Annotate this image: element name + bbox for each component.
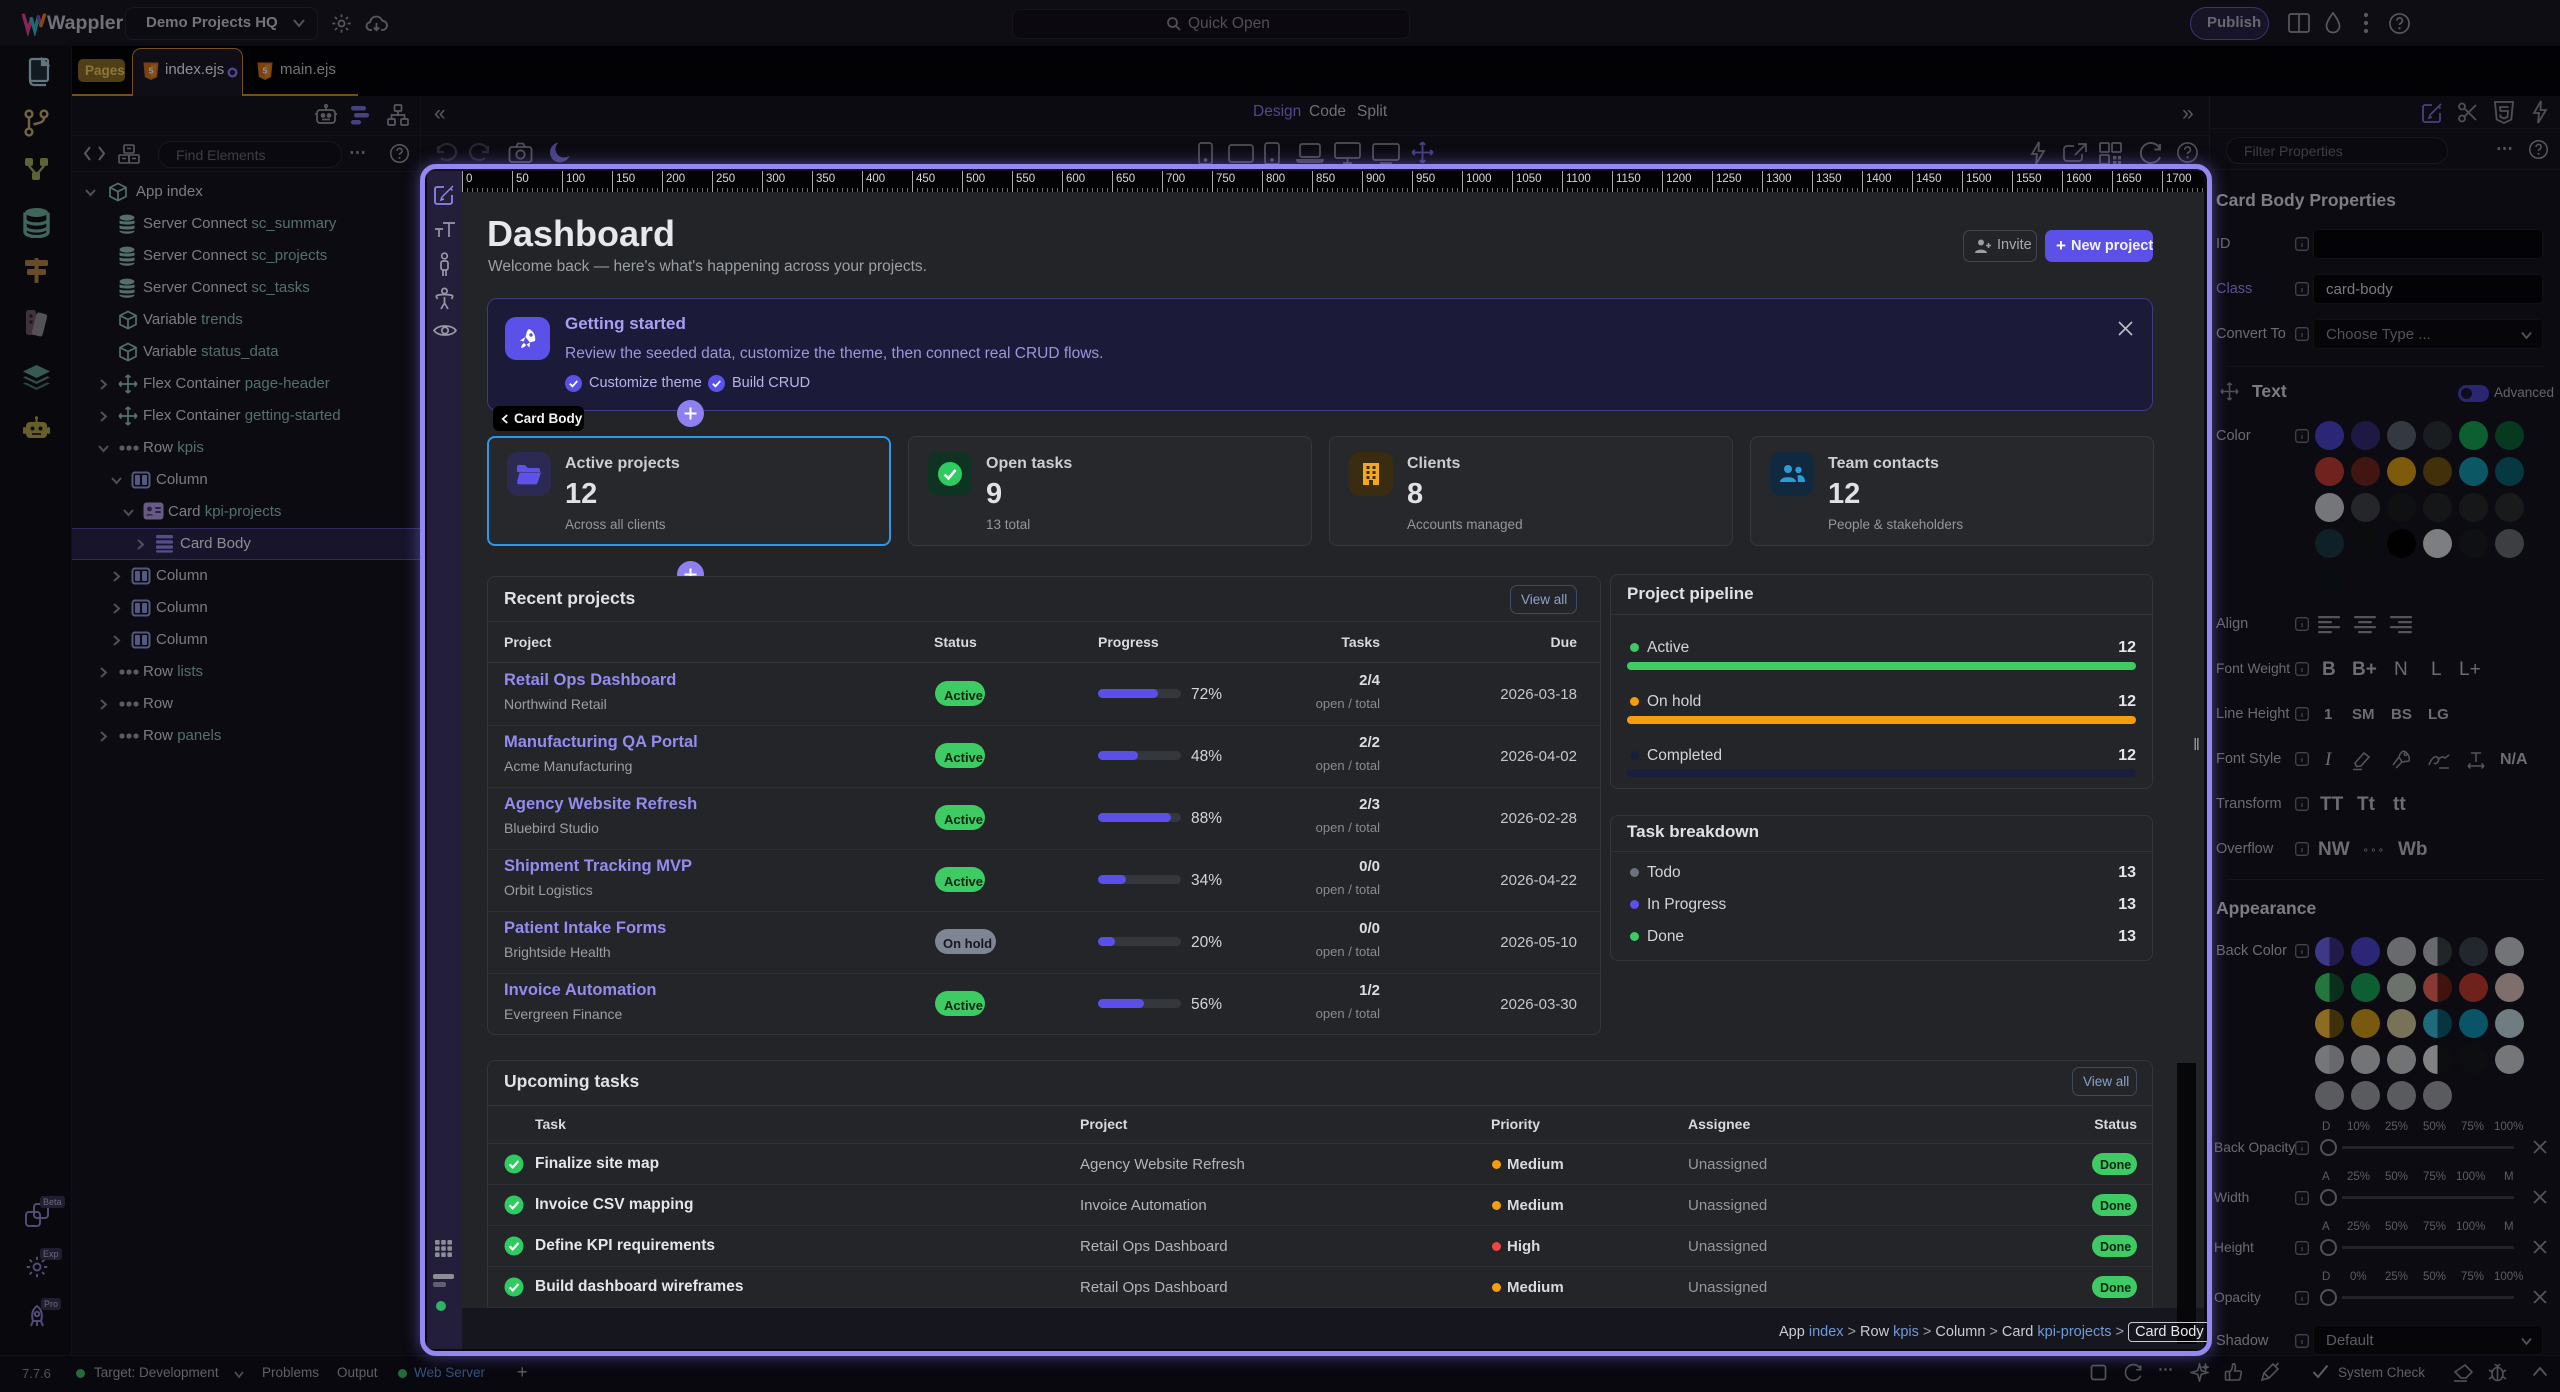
svg-text:5: 5 [149,65,154,75]
svg-text:5: 5 [263,65,268,75]
